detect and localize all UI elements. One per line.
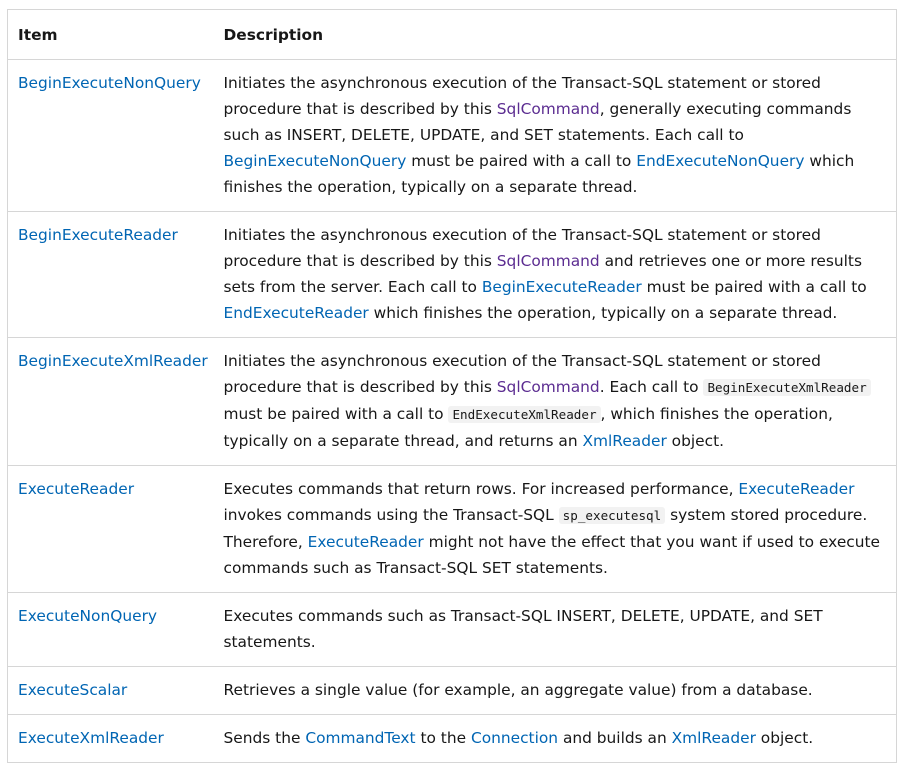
inline-link[interactable]: XmlReader [672, 729, 756, 747]
inline-link[interactable]: BeginExecuteReader [482, 278, 642, 296]
item-link[interactable]: BeginExecuteXmlReader [18, 352, 208, 370]
content-area: Item Description BeginExecuteNonQuery Ini… [0, 0, 904, 763]
description-text: Executes commands that return rows. For … [223, 480, 739, 498]
description-cell: Initiates the asynchronous execution of … [213, 211, 897, 338]
description-text: and builds an [558, 729, 672, 747]
item-link[interactable]: ExecuteReader [18, 480, 134, 498]
item-cell: BeginExecuteXmlReader [7, 337, 214, 466]
description-cell: Initiates the asynchronous execution of … [213, 59, 897, 212]
inline-link[interactable]: EndExecuteReader [224, 304, 369, 322]
description-text: Retrieves a single value (for example, a… [223, 681, 813, 699]
description-text: must be paired with a call to [223, 405, 449, 423]
inline-link[interactable]: ExecuteReader [308, 533, 424, 551]
table-row: BeginExecuteReader Initiates the asynchro… [7, 211, 897, 338]
inline-link[interactable]: Connection [471, 729, 558, 747]
description-text: must be paired with a call to [406, 152, 637, 170]
item-link[interactable]: BeginExecuteNonQuery [18, 74, 201, 92]
description-cell: Executes commands that return rows. For … [213, 465, 897, 593]
description-text: invokes commands using the Transact-SQL [223, 506, 559, 524]
item-cell: BeginExecuteNonQuery [7, 59, 214, 212]
table-row: ExecuteXmlReader Sends the CommandText to… [7, 714, 897, 763]
description-text: which finishes the operation, typically … [368, 304, 838, 322]
table-header-row: Item Description [7, 9, 897, 60]
table-body: BeginExecuteNonQuery Initiates the asynch… [7, 59, 897, 763]
item-link[interactable]: ExecuteXmlReader [18, 729, 164, 747]
table-row: BeginExecuteNonQuery Initiates the asynch… [7, 59, 897, 212]
inline-code: EndExecuteXmlReader [448, 406, 601, 423]
item-cell: ExecuteScalar [7, 666, 214, 715]
table-row: ExecuteReader Executes commands that retu… [7, 465, 897, 593]
description-text: object. [666, 432, 724, 450]
table-row: BeginExecuteXmlReader Initiates the async… [7, 337, 897, 466]
description-cell: Executes commands such as Transact-SQL I… [213, 592, 897, 667]
description-cell: Sends the CommandText to the Connection … [213, 714, 897, 763]
table-row: ExecuteScalar Retrieves a single value (f… [7, 666, 897, 715]
item-link[interactable]: ExecuteScalar [18, 681, 127, 699]
inline-link[interactable]: SqlCommand [497, 378, 600, 396]
item-cell: ExecuteXmlReader [7, 714, 214, 763]
item-link[interactable]: ExecuteNonQuery [18, 607, 157, 625]
description-text: Executes commands such as Transact-SQL I… [223, 607, 823, 651]
item-cell: BeginExecuteReader [7, 211, 214, 338]
inline-link[interactable]: EndExecuteNonQuery [636, 152, 804, 170]
inline-link[interactable]: ExecuteReader [738, 480, 854, 498]
description-text: to the [415, 729, 471, 747]
inline-link[interactable]: SqlCommand [497, 100, 600, 118]
description-text: must be paired with a call to [641, 278, 867, 296]
item-link[interactable]: BeginExecuteReader [18, 226, 178, 244]
inline-link[interactable]: SqlCommand [497, 252, 600, 270]
description-text: . Each call to [599, 378, 704, 396]
inline-link[interactable]: XmlReader [583, 432, 667, 450]
description-cell: Initiates the asynchronous execution of … [213, 337, 897, 466]
item-cell: ExecuteNonQuery [7, 592, 214, 667]
inline-link[interactable]: CommandText [305, 729, 415, 747]
description-text: object. [755, 729, 814, 747]
table-row: ExecuteNonQuery Executes commands such as… [7, 592, 897, 667]
column-header-description: Description [213, 9, 897, 60]
inline-link[interactable]: BeginExecuteNonQuery [224, 152, 407, 170]
inline-code: BeginExecuteXmlReader [703, 379, 871, 396]
description-cell: Retrieves a single value (for example, a… [213, 666, 897, 715]
description-text: Sends the [223, 729, 306, 747]
item-cell: ExecuteReader [7, 465, 214, 593]
inline-code: sp_executesql [558, 507, 666, 524]
column-header-item: Item [7, 9, 214, 60]
methods-table: Item Description BeginExecuteNonQuery Ini… [7, 9, 897, 763]
